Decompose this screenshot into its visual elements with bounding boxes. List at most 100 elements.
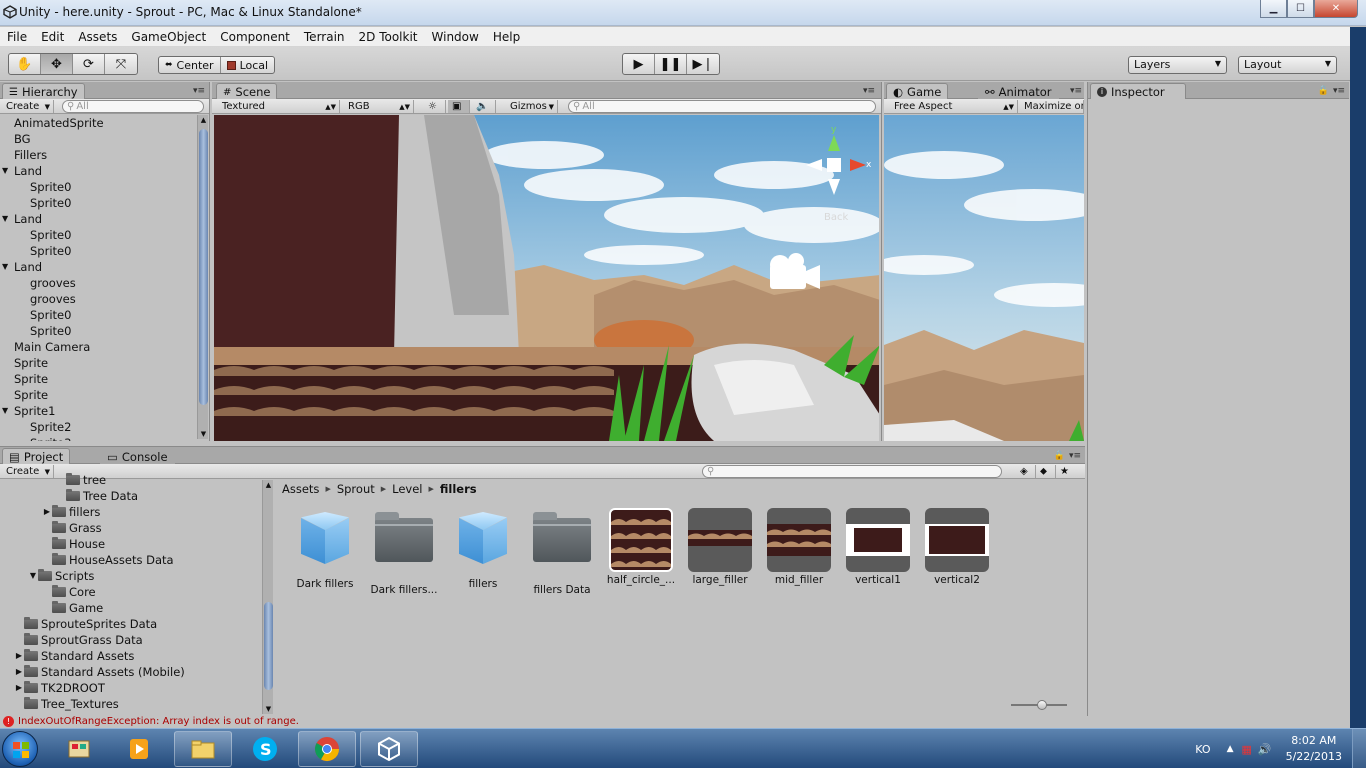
gizmos-dropdown[interactable]: Gizmos ▼ xyxy=(506,100,558,113)
expand-arrow-icon[interactable]: ▼ xyxy=(2,163,8,179)
aspect-dropdown[interactable]: Free Aspect ▲▼ xyxy=(890,100,1018,113)
slider-thumb[interactable] xyxy=(1037,700,1047,710)
project-tree-item[interactable]: ▶ fillers xyxy=(0,504,260,520)
hierarchy-item[interactable]: Sprite2 xyxy=(0,419,195,435)
panel-menu-icon[interactable]: ▾≡ xyxy=(1070,86,1082,96)
project-tree-item[interactable]: House xyxy=(0,536,260,552)
expand-arrow-icon[interactable]: ▶ xyxy=(14,680,24,696)
hierarchy-search-input[interactable]: ⚲ All xyxy=(62,100,204,113)
project-tree-item[interactable]: Game xyxy=(0,600,260,616)
maximize-on-play-toggle[interactable]: Maximize or xyxy=(1020,100,1084,113)
taskbar-unity[interactable] xyxy=(360,731,418,767)
taskbar-chrome[interactable] xyxy=(298,731,356,767)
layout-dropdown[interactable]: Layout ▼ xyxy=(1238,56,1337,74)
lock-icon[interactable]: 🔒 xyxy=(1054,451,1065,461)
favorites-button[interactable]: ★ xyxy=(1056,465,1076,478)
taskbar-app-1[interactable] xyxy=(50,731,108,767)
asset-item[interactable]: Dark fillers xyxy=(286,508,364,590)
hierarchy-item[interactable]: Sprite xyxy=(0,371,195,387)
project-tree-item[interactable]: ▶ Standard Assets (Mobile) xyxy=(0,664,260,680)
menu-assets[interactable]: Assets xyxy=(71,27,124,46)
project-search-input[interactable]: ⚲ xyxy=(702,465,1002,478)
breadcrumb-assets[interactable]: Assets xyxy=(282,482,319,496)
asset-item[interactable]: fillers Data xyxy=(523,508,601,596)
hierarchy-item[interactable]: ▼ Land xyxy=(0,163,195,179)
clock[interactable]: 8:02 AM 5/22/2013 xyxy=(1276,733,1352,765)
menu-window[interactable]: Window xyxy=(425,27,486,46)
maximize-button[interactable]: ☐ xyxy=(1287,0,1314,18)
scene-viewport[interactable]: y x Back xyxy=(214,115,879,441)
taskbar-app-2[interactable] xyxy=(110,731,168,767)
tab-inspector[interactable]: i Inspector xyxy=(1090,83,1186,99)
tab-project[interactable]: ▤ Project xyxy=(2,448,71,464)
hierarchy-item[interactable]: Sprite3 xyxy=(0,435,195,441)
start-button[interactable] xyxy=(2,731,38,767)
hierarchy-item[interactable]: Sprite0 xyxy=(0,307,195,323)
hierarchy-item[interactable]: BG xyxy=(0,131,195,147)
move-tool-button[interactable]: ✥ xyxy=(41,54,73,74)
hand-tool-button[interactable]: ✋ xyxy=(9,54,41,74)
expand-arrow-icon[interactable]: ▼ xyxy=(28,568,38,584)
layers-dropdown[interactable]: Layers ▼ xyxy=(1128,56,1227,74)
step-button[interactable]: ▶❘ xyxy=(687,54,719,74)
hierarchy-item[interactable]: Sprite0 xyxy=(0,227,195,243)
lighting-toggle[interactable]: ☼ xyxy=(424,100,446,113)
project-tree-item[interactable]: tree xyxy=(0,472,260,488)
breadcrumb-sprout[interactable]: Sprout xyxy=(337,482,375,496)
panel-menu-icon[interactable]: ▾≡ xyxy=(1069,451,1081,461)
scroll-thumb[interactable] xyxy=(264,602,273,690)
hierarchy-item[interactable]: Main Camera xyxy=(0,339,195,355)
image-effects-toggle[interactable]: ▣ xyxy=(448,100,470,113)
asset-item[interactable]: mid_filler xyxy=(760,508,838,586)
taskbar-explorer[interactable] xyxy=(174,731,232,767)
rotate-tool-button[interactable]: ⟳ xyxy=(73,54,105,74)
game-viewport[interactable] xyxy=(884,115,1084,441)
hierarchy-item[interactable]: AnimatedSprite xyxy=(0,115,195,131)
hierarchy-item[interactable]: ▼ Land xyxy=(0,211,195,227)
expand-arrow-icon[interactable]: ▼ xyxy=(2,403,8,419)
network-icon[interactable]: ▦ xyxy=(1241,743,1251,756)
tab-game[interactable]: ◐ Game xyxy=(886,83,949,99)
project-tree-item[interactable]: Core xyxy=(0,584,260,600)
minimize-button[interactable]: ▁ xyxy=(1260,0,1287,18)
hierarchy-create-dropdown[interactable]: Create ▼ xyxy=(2,100,54,113)
color-mode-dropdown[interactable]: RGB ▲▼ xyxy=(344,100,414,113)
menu-2d-toolkit[interactable]: 2D Toolkit xyxy=(352,27,425,46)
project-tree-item[interactable]: SprouteSprites Data xyxy=(0,616,260,632)
hierarchy-item[interactable]: Fillers xyxy=(0,147,195,163)
language-indicator[interactable]: KO xyxy=(1195,743,1210,756)
menu-file[interactable]: File xyxy=(0,27,34,46)
breadcrumb-current[interactable]: fillers xyxy=(440,482,477,496)
hierarchy-item[interactable]: Sprite xyxy=(0,355,195,371)
tab-hierarchy[interactable]: ☰ Hierarchy xyxy=(2,83,85,99)
hierarchy-item[interactable]: Sprite0 xyxy=(0,323,195,339)
asset-item[interactable]: large_filler xyxy=(681,508,759,586)
taskbar-skype[interactable]: S xyxy=(236,731,294,767)
pause-button[interactable]: ❚❚ xyxy=(655,54,687,74)
menu-edit[interactable]: Edit xyxy=(34,27,71,46)
project-tree-item[interactable]: ▶ TK2DROOT xyxy=(0,680,260,696)
asset-item[interactable]: fillers xyxy=(444,508,522,590)
project-tree-item[interactable]: SproutGrass Data xyxy=(0,632,260,648)
hierarchy-item[interactable]: ▼ Land xyxy=(0,259,195,275)
project-tree-item[interactable]: ▶ Standard Assets xyxy=(0,648,260,664)
hierarchy-item[interactable]: Sprite0 xyxy=(0,195,195,211)
menu-component[interactable]: Component xyxy=(213,27,297,46)
project-tree-item[interactable]: HouseAssets Data xyxy=(0,552,260,568)
project-tree-scrollbar[interactable]: ▲ ▼ xyxy=(262,480,273,714)
hierarchy-item[interactable]: Sprite xyxy=(0,387,195,403)
render-mode-dropdown[interactable]: Textured ▲▼ xyxy=(218,100,340,113)
scale-tool-button[interactable]: ⤧ xyxy=(105,54,137,74)
hierarchy-item[interactable]: Sprite0 xyxy=(0,243,195,259)
project-tree-item[interactable]: Tree_Textures xyxy=(0,696,260,712)
scroll-up-icon[interactable]: ▲ xyxy=(263,480,274,490)
project-tree-item[interactable]: Grass xyxy=(0,520,260,536)
menu-gameobject[interactable]: GameObject xyxy=(124,27,213,46)
asset-item[interactable]: Dark fillers... xyxy=(365,508,443,596)
audio-toggle[interactable]: 🔈 xyxy=(472,100,496,113)
menu-help[interactable]: Help xyxy=(486,27,527,46)
tab-scene[interactable]: # Scene xyxy=(216,83,278,99)
close-button[interactable]: ✕ xyxy=(1314,0,1358,18)
scroll-up-icon[interactable]: ▲ xyxy=(198,115,209,125)
icon-size-slider[interactable] xyxy=(1011,700,1067,710)
